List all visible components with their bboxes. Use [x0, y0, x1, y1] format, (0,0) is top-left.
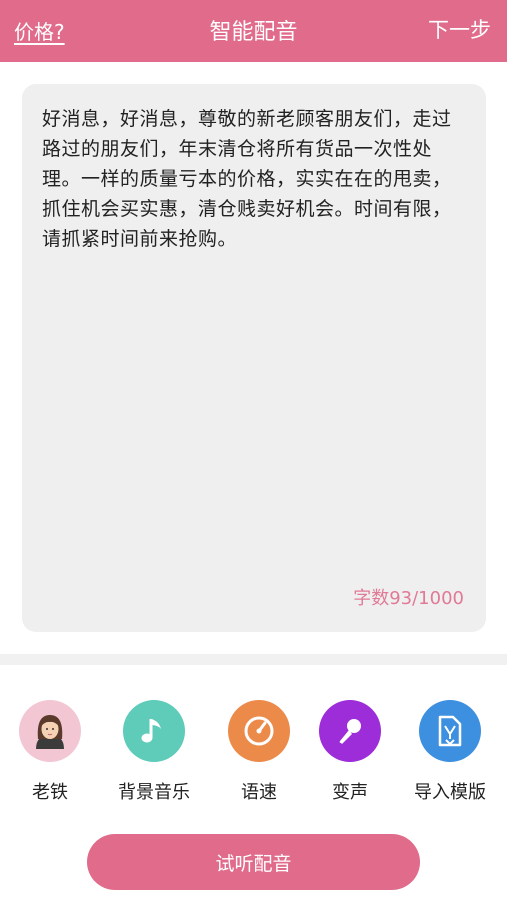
preview-audio-button[interactable]: 试听配音 [87, 834, 420, 890]
document-import-icon [419, 700, 481, 762]
tool-label: 老铁 [32, 782, 68, 803]
tool-background-music[interactable]: 背景音乐 [104, 700, 204, 804]
tool-anchor-voice[interactable]: 老铁 [0, 700, 100, 804]
char-count: 字数93/1000 [353, 588, 464, 609]
script-text-area[interactable]: 好消息，好消息，尊敬的新老顾客朋友们，走过路过的朋友们，年末清仓将所有货品一次性… [22, 84, 486, 632]
tool-speech-speed[interactable]: 语速 [209, 700, 309, 804]
next-step-button[interactable]: 下一步 [428, 14, 491, 44]
tool-label: 背景音乐 [118, 782, 190, 803]
tool-import-template[interactable]: 导入模版 [400, 700, 500, 804]
speedometer-icon [228, 700, 290, 762]
tool-bar: 老铁 背景音乐 语速 变声 导入模版 [0, 700, 507, 810]
tool-label: 导入模版 [414, 782, 486, 803]
woman-avatar-icon [19, 700, 81, 762]
music-note-icon [123, 700, 185, 762]
tool-voice-change[interactable]: 变声 [300, 700, 400, 804]
script-text[interactable]: 好消息，好消息，尊敬的新老顾客朋友们，走过路过的朋友们，年末清仓将所有货品一次性… [42, 104, 470, 254]
tool-label: 语速 [241, 782, 277, 803]
top-nav-bar: 价格? 智能配音 下一步 [0, 0, 507, 62]
microphone-icon [319, 700, 381, 762]
tool-label: 变声 [332, 782, 368, 803]
section-divider [0, 654, 507, 665]
